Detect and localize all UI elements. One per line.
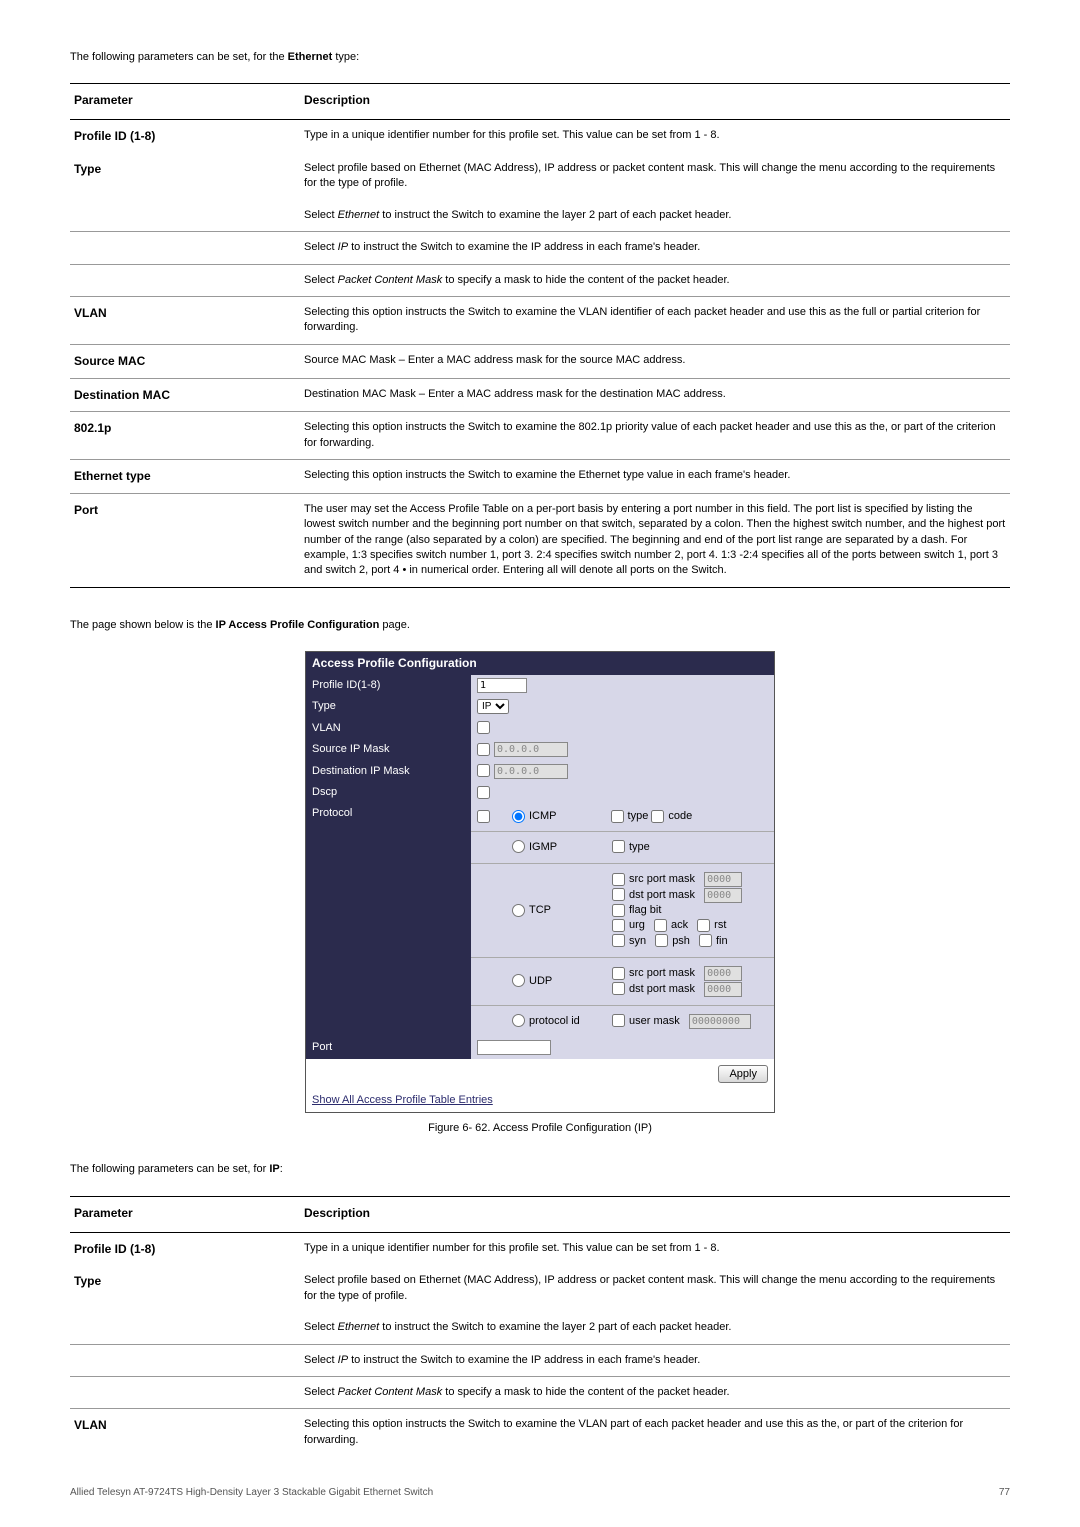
t2-r2-desc: Select Ethernet to instruct the Switch t… [300,1312,1010,1344]
t1-r10-desc: The user may set the Access Profile Tabl… [300,493,1010,587]
tcp-flagbit-check[interactable]: flag bit [612,903,661,918]
access-profile-config-panel: Access Profile Configuration Profile ID(… [305,651,775,1113]
t1-r5-name: VLAN [70,296,300,344]
t1-r9-name: Ethernet type [70,460,300,494]
apc-protocol-label: Protocol [306,803,471,1037]
t1-r6-name: Source MAC [70,344,300,378]
apc-profile-id-input[interactable] [477,678,527,693]
ip-params-table: Parameter Description Profile ID (1-8) T… [70,1196,1010,1456]
tcp-ack-check[interactable]: ack [654,918,688,933]
apc-srcip-input[interactable] [494,742,568,757]
proto-tcp-radio[interactable]: TCP [512,904,551,916]
apc-srcip-checkbox[interactable] [477,743,490,756]
tcp-rst-check[interactable]: rst [697,918,726,933]
intro1-bold: Ethernet [288,51,333,63]
figure-caption: Figure 6- 62. Access Profile Configurati… [70,1121,1010,1136]
t1-r6-desc: Source MAC Mask – Enter a MAC address ma… [300,344,1010,378]
show-all-entries-link[interactable]: Show All Access Profile Table Entries [306,1089,774,1112]
ethernet-params-table: Parameter Description Profile ID (1-8) T… [70,83,1010,587]
t1-r4-desc: Select Packet Content Mask to specify a … [300,264,1010,296]
footer-right: 77 [999,1486,1010,1500]
apc-profile-id-label: Profile ID(1-8) [306,675,471,696]
t1-r9-desc: Selecting this option instructs the Swit… [300,460,1010,494]
footer-left: Allied Telesyn AT-9724TS High-Density La… [70,1486,433,1500]
t1-r7-desc: Destination MAC Mask – Enter a MAC addre… [300,378,1010,412]
igmp-type-check[interactable]: type [612,840,650,855]
t1-r7-name: Destination MAC [70,378,300,412]
apc-vlan-checkbox[interactable] [477,721,490,734]
t1-r8-desc: Selecting this option instructs the Swit… [300,412,1010,460]
t1-r3-desc: Select IP to instruct the Switch to exam… [300,232,1010,264]
page-footer: Allied Telesyn AT-9724TS High-Density La… [70,1486,1010,1500]
apc-srcip-label: Source IP Mask [306,739,471,760]
proto-igmp-radio[interactable]: IGMP [512,841,557,853]
intro-ip: The following parameters can be set, for… [70,1162,1010,1177]
t1-head-desc: Description [300,84,1010,120]
udp-src-input[interactable] [704,966,742,981]
pid-user-input[interactable] [689,1014,751,1029]
apc-port-label: Port [306,1037,471,1058]
t2-r5-desc: Selecting this option instructs the Swit… [300,1409,1010,1456]
t1-r10-name: Port [70,493,300,587]
tcp-psh-check[interactable]: psh [655,934,690,949]
apc-dscp-checkbox[interactable] [477,786,490,799]
t2-r4-desc: Select Packet Content Mask to specify a … [300,1377,1010,1409]
proto-pid-radio[interactable]: protocol id [512,1015,580,1027]
tcp-dst-input[interactable] [704,888,742,903]
t1-r1-desc: Select profile based on Ethernet (MAC Ad… [300,153,1010,200]
mid-sentence: The page shown below is the IP Access Pr… [70,618,1010,633]
apc-dstip-checkbox[interactable] [477,764,490,777]
udp-dst-input[interactable] [704,982,742,997]
t1-r0-desc: Type in a unique identifier number for t… [300,120,1010,153]
t2-r0-desc: Type in a unique identifier number for t… [300,1232,1010,1265]
t1-r1-name: Type [70,153,300,200]
apc-dstip-input[interactable] [494,764,568,779]
tcp-src-input[interactable] [704,872,742,887]
tcp-fin-check[interactable]: fin [699,934,728,949]
tcp-urg-check[interactable]: urg [612,918,645,933]
t1-head-param: Parameter [70,84,300,120]
t2-r1-name: Type [70,1265,300,1312]
icmp-code-check[interactable]: code [651,810,692,822]
t2-r3-desc: Select IP to instruct the Switch to exam… [300,1344,1010,1376]
t2-head-param: Parameter [70,1196,300,1232]
proto-udp-radio[interactable]: UDP [512,975,552,987]
pid-user-check[interactable]: user mask [612,1014,680,1029]
intro1-prefix: The following parameters can be set, for… [70,51,288,63]
t2-r5-name: VLAN [70,1409,300,1456]
apc-protocol-checkbox[interactable] [477,810,490,823]
apc-dscp-label: Dscp [306,782,471,803]
intro1-suffix: type: [332,51,359,63]
t1-r2-desc: Select Ethernet to instruct the Switch t… [300,200,1010,232]
t2-r0-name: Profile ID (1-8) [70,1232,300,1265]
intro-ethernet: The following parameters can be set, for… [70,50,1010,65]
apc-type-label: Type [306,696,471,717]
t1-r8-name: 802.1p [70,412,300,460]
t2-head-desc: Description [300,1196,1010,1232]
t2-r1-desc: Select profile based on Ethernet (MAC Ad… [300,1265,1010,1312]
t1-r0-name: Profile ID (1-8) [70,120,300,153]
apc-port-input[interactable] [477,1040,551,1055]
t1-r5-desc: Selecting this option instructs the Swit… [300,296,1010,344]
tcp-dst-check[interactable]: dst port mask [612,888,695,903]
apc-vlan-label: VLAN [306,718,471,739]
apply-button[interactable]: Apply [718,1065,768,1083]
udp-src-check[interactable]: src port mask [612,966,695,981]
tcp-syn-check[interactable]: syn [612,934,646,949]
udp-dst-check[interactable]: dst port mask [612,982,695,997]
apc-title: Access Profile Configuration [306,652,774,675]
tcp-src-check[interactable]: src port mask [612,872,695,887]
icmp-type-check[interactable]: type [611,810,649,822]
apc-dstip-label: Destination IP Mask [306,761,471,782]
apc-type-select[interactable]: IP [477,699,509,714]
proto-icmp-radio[interactable]: ICMP [512,810,557,822]
